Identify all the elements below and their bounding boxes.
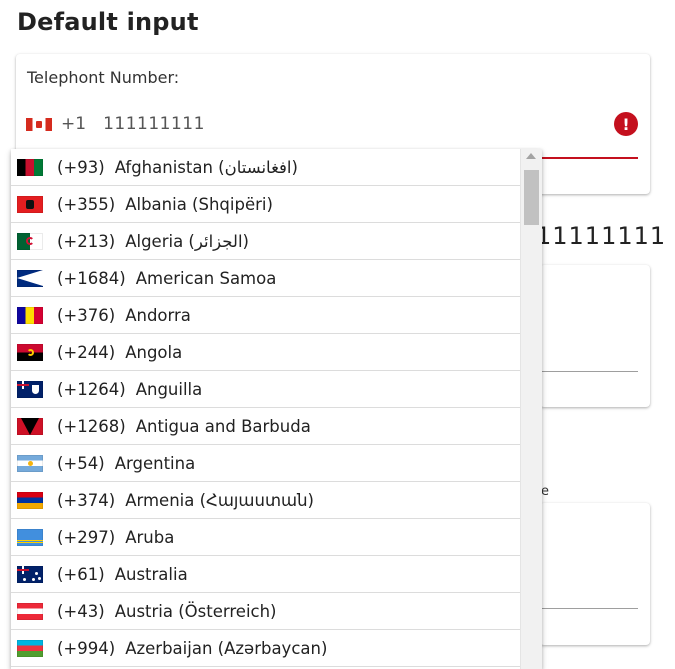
country-name: Antigua and Barbuda	[135, 416, 311, 436]
input-underline	[540, 608, 638, 609]
country-option-american-samoa[interactable]: (+1684) American Samoa	[11, 260, 521, 297]
country-dropdown[interactable]: (+93) Afghanistan (افغانستان) (+355) Alb…	[11, 149, 542, 669]
second-input-card	[540, 265, 650, 407]
country-dial-code: (+297)	[57, 527, 116, 547]
country-dial-code: (+1264)	[57, 379, 126, 399]
country-name: Argentina	[114, 453, 196, 473]
country-option-antigua-and-barbuda[interactable]: (+1268) Antigua and Barbuda	[11, 408, 521, 445]
al-flag-icon	[17, 195, 43, 213]
aw-flag-icon	[17, 528, 43, 546]
page-title: Default input	[17, 8, 199, 36]
background-text: e	[541, 484, 549, 499]
country-name: Angola	[125, 342, 183, 362]
az-flag-icon	[17, 639, 43, 657]
country-option-andorra[interactable]: (+376) Andorra	[11, 297, 521, 334]
country-dial-code: (+244)	[57, 342, 116, 362]
country-option-azerbaijan[interactable]: (+994) Azerbaijan (Azərbaycan)	[11, 630, 521, 667]
scroll-up-arrow-icon[interactable]	[526, 153, 536, 159]
country-dial-code: (+43)	[57, 601, 105, 621]
at-flag-icon	[17, 602, 43, 620]
phone-input-row[interactable]: +1 111111111 !	[26, 112, 638, 136]
country-option-argentina[interactable]: (+54) Argentina	[11, 445, 521, 482]
country-option-aruba[interactable]: (+297) Aruba	[11, 519, 521, 556]
country-option-angola[interactable]: (+244) Angola	[11, 334, 521, 371]
af-flag-icon	[17, 158, 43, 176]
country-name: Albania (Shqipëri)	[125, 194, 273, 214]
country-option-armenia[interactable]: (+374) Armenia (Հայաստան)	[11, 482, 521, 519]
country-option-algeria[interactable]: (+213) Algeria (الجزائر)	[11, 223, 521, 260]
country-dial-code: (+1684)	[57, 268, 126, 288]
country-name: Azerbaijan (Azərbaycan)	[125, 638, 328, 658]
input-underline	[540, 371, 638, 372]
ao-flag-icon	[17, 343, 43, 361]
country-dial-code: (+1268)	[57, 416, 126, 436]
ai-flag-icon	[17, 380, 43, 398]
exclamation-icon: !	[614, 112, 638, 136]
country-name: Aruba	[125, 527, 175, 547]
country-dial-code: (+213)	[57, 231, 116, 251]
country-option-anguilla[interactable]: (+1264) Anguilla	[11, 371, 521, 408]
au-flag-icon	[17, 565, 43, 583]
country-dial-code: (+376)	[57, 305, 116, 325]
country-name: Afghanistan (افغانستان)	[114, 157, 298, 177]
phone-input[interactable]: 111111111	[103, 114, 205, 134]
ar-flag-icon	[17, 454, 43, 472]
country-dial-code: (+54)	[57, 453, 105, 473]
country-option-afghanistan[interactable]: (+93) Afghanistan (افغانستان)	[11, 149, 521, 186]
country-name: Armenia (Հայաստան)	[125, 490, 314, 510]
country-option-australia[interactable]: (+61) Australia	[11, 556, 521, 593]
background-number-text: 11111111	[536, 222, 667, 250]
country-dial-code: (+93)	[57, 157, 105, 177]
country-dial-code: (+374)	[57, 490, 116, 510]
country-name: Austria (Österreich)	[114, 601, 277, 621]
country-dial-code: (+994)	[57, 638, 116, 658]
country-name: Australia	[114, 564, 188, 584]
country-list: (+93) Afghanistan (افغانستان) (+355) Alb…	[11, 149, 521, 667]
am-flag-icon	[17, 491, 43, 509]
country-option-austria[interactable]: (+43) Austria (Österreich)	[11, 593, 521, 630]
ad-flag-icon	[17, 306, 43, 324]
dropdown-scrollbar[interactable]	[520, 149, 542, 669]
country-name: Algeria (الجزائر)	[125, 231, 249, 251]
dz-flag-icon	[17, 232, 43, 250]
phone-field-label: Telephont Number:	[27, 68, 180, 87]
as-flag-icon	[17, 269, 43, 287]
country-dial-code: (+61)	[57, 564, 105, 584]
country-name: Andorra	[125, 305, 191, 325]
ag-flag-icon	[17, 417, 43, 435]
ca-flag-icon[interactable]	[26, 117, 52, 131]
country-dial-code: (+355)	[57, 194, 116, 214]
country-option-albania[interactable]: (+355) Albania (Shqipëri)	[11, 186, 521, 223]
country-name: American Samoa	[135, 268, 277, 288]
scrollbar-thumb[interactable]	[524, 170, 539, 225]
third-input-card	[540, 503, 650, 645]
country-name: Anguilla	[135, 379, 203, 399]
dial-code[interactable]: +1	[61, 114, 86, 134]
